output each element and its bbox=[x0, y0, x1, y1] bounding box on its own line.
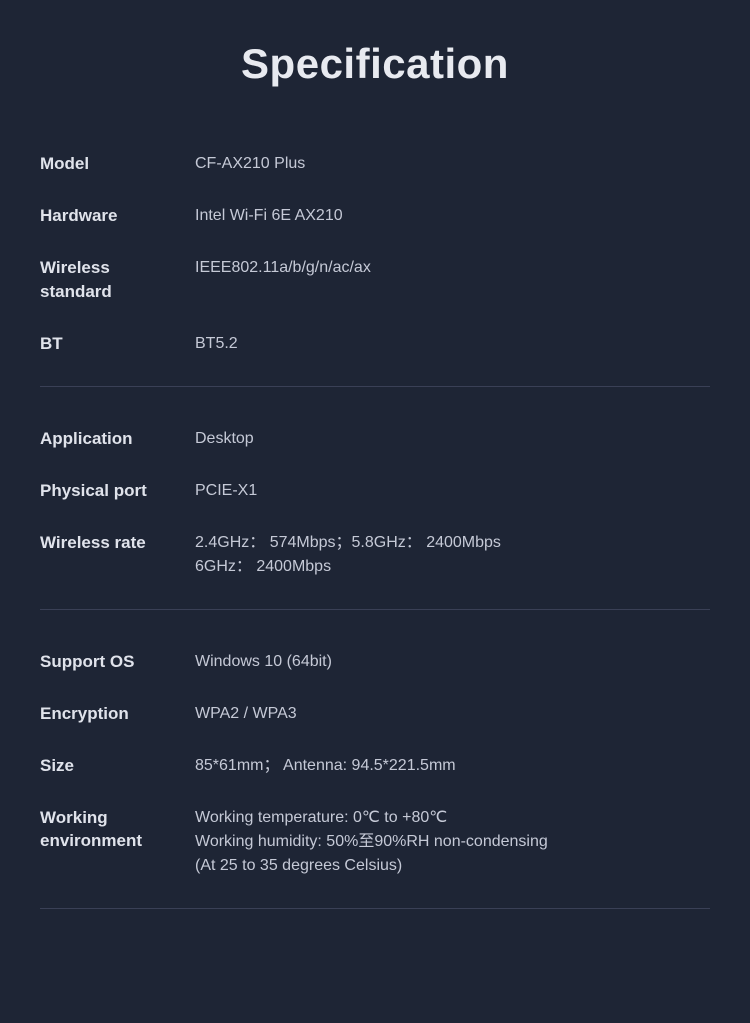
label-working-environment: Workingenvironment bbox=[40, 806, 195, 854]
label-physical-port: Physical port bbox=[40, 479, 195, 503]
value-model: CF-AX210 Plus bbox=[195, 152, 710, 176]
divider-3 bbox=[40, 908, 710, 909]
value-application: Desktop bbox=[195, 427, 710, 451]
divider-2 bbox=[40, 609, 710, 610]
row-hardware: Hardware Intel Wi-Fi 6E AX210 bbox=[40, 190, 710, 242]
label-support-os: Support OS bbox=[40, 650, 195, 674]
divider-1 bbox=[40, 386, 710, 387]
section-os: Support OS Windows 10 (64bit) Encryption… bbox=[40, 636, 710, 892]
value-encryption: WPA2 / WPA3 bbox=[195, 702, 710, 726]
row-model: Model CF-AX210 Plus bbox=[40, 138, 710, 190]
section-hardware: Model CF-AX210 Plus Hardware Intel Wi-Fi… bbox=[40, 138, 710, 370]
row-working-environment: Workingenvironment Working temperature: … bbox=[40, 792, 710, 892]
row-bt: BT BT5.2 bbox=[40, 318, 710, 370]
page-container: Specification Model CF-AX210 Plus Hardwa… bbox=[0, 0, 750, 1023]
value-hardware: Intel Wi-Fi 6E AX210 bbox=[195, 204, 710, 228]
value-wireless-standard: IEEE802.11a/b/g/n/ac/ax bbox=[195, 256, 710, 280]
label-bt: BT bbox=[40, 332, 195, 356]
label-hardware: Hardware bbox=[40, 204, 195, 228]
label-application: Application bbox=[40, 427, 195, 451]
label-wireless-standard: Wirelessstandard bbox=[40, 256, 195, 304]
row-physical-port: Physical port PCIE-X1 bbox=[40, 465, 710, 517]
row-encryption: Encryption WPA2 / WPA3 bbox=[40, 688, 710, 740]
section-gap-2 bbox=[40, 626, 710, 636]
section-gap-1 bbox=[40, 403, 710, 413]
label-encryption: Encryption bbox=[40, 702, 195, 726]
row-support-os: Support OS Windows 10 (64bit) bbox=[40, 636, 710, 688]
label-wireless-rate: Wireless rate bbox=[40, 531, 195, 555]
section-application: Application Desktop Physical port PCIE-X… bbox=[40, 413, 710, 593]
value-wireless-rate: 2.4GHz： 574Mbps；5.8GHz： 2400Mbps6GHz： 24… bbox=[195, 531, 710, 579]
row-application: Application Desktop bbox=[40, 413, 710, 465]
row-wireless-standard: Wirelessstandard IEEE802.11a/b/g/n/ac/ax bbox=[40, 242, 710, 318]
value-bt: BT5.2 bbox=[195, 332, 710, 356]
row-size: Size 85*61mm； Antenna: 94.5*221.5mm bbox=[40, 740, 710, 792]
label-model: Model bbox=[40, 152, 195, 176]
page-title: Specification bbox=[40, 40, 710, 88]
value-size: 85*61mm； Antenna: 94.5*221.5mm bbox=[195, 754, 710, 778]
row-wireless-rate: Wireless rate 2.4GHz： 574Mbps；5.8GHz： 24… bbox=[40, 517, 710, 593]
value-support-os: Windows 10 (64bit) bbox=[195, 650, 710, 674]
value-physical-port: PCIE-X1 bbox=[195, 479, 710, 503]
label-size: Size bbox=[40, 754, 195, 778]
value-working-environment: Working temperature: 0℃ to +80℃Working h… bbox=[195, 806, 710, 878]
